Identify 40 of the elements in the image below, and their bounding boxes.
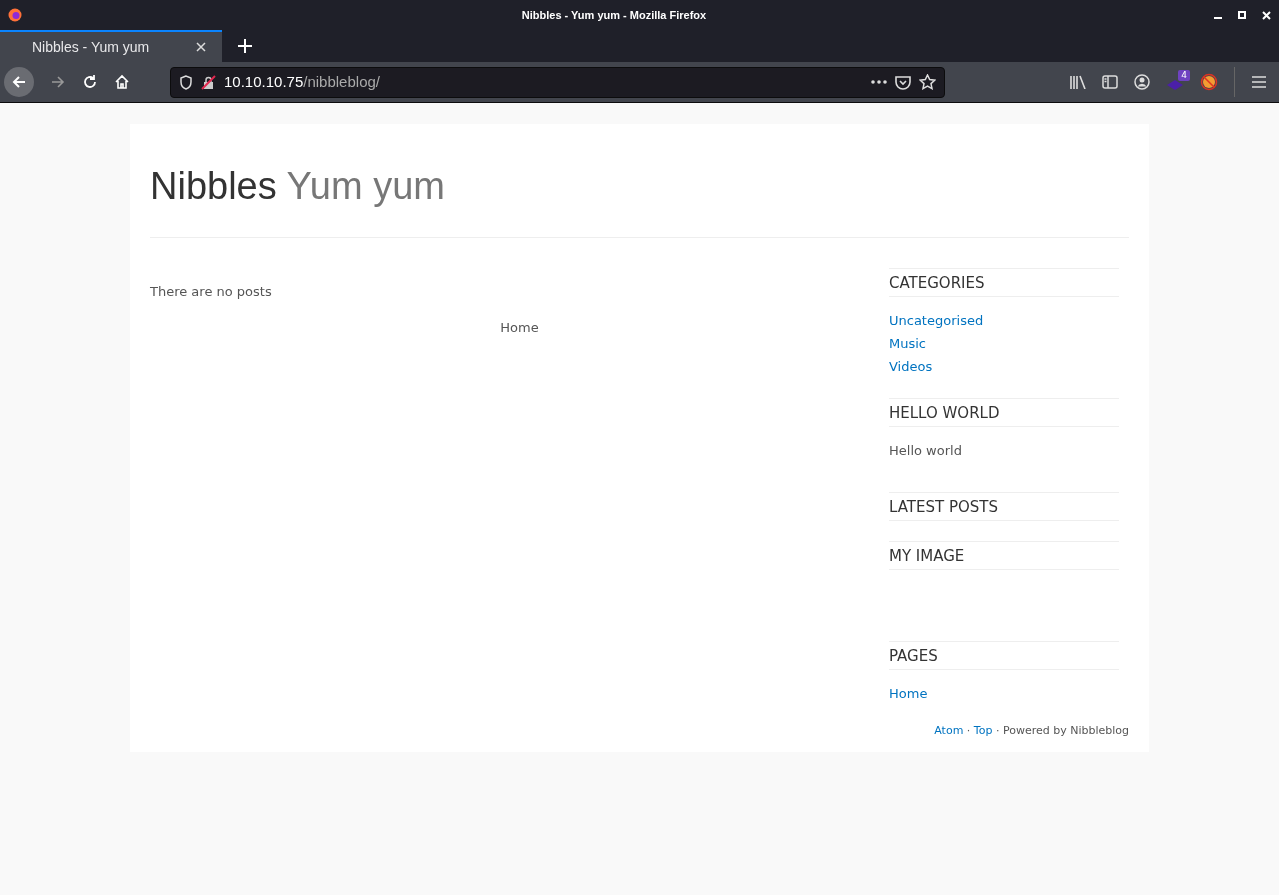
back-icon[interactable]: [4, 67, 34, 97]
count-badge: 4: [1178, 70, 1190, 81]
shield-icon: [179, 74, 193, 90]
address-bar[interactable]: 10.10.10.75/nibbleblog/: [170, 66, 945, 98]
footer-link[interactable]: Top: [973, 724, 993, 737]
browser-tab[interactable]: Nibbles - Yum yum: [0, 30, 222, 62]
sidebar-link[interactable]: Uncategorised: [889, 313, 984, 328]
star-icon[interactable]: [919, 74, 936, 90]
footer-link[interactable]: Atom: [934, 724, 964, 737]
sidebar-link[interactable]: Music: [889, 336, 926, 351]
widget-title: MY IMAGE: [889, 541, 1119, 570]
sidebar-link[interactable]: Home: [889, 686, 928, 701]
widget-text: Hello world: [889, 443, 962, 458]
widget-title: HELLO WORLD: [889, 398, 1119, 427]
sidebar-icon[interactable]: [1102, 75, 1118, 89]
insecure-lock-icon: [201, 74, 216, 90]
window-title: Nibbles - Yum yum - Mozilla Firefox: [520, 7, 708, 23]
home-link[interactable]: Home: [500, 319, 539, 335]
forward-icon[interactable]: [50, 74, 66, 90]
pocket-icon[interactable]: [895, 74, 911, 90]
library-icon[interactable]: [1070, 75, 1086, 89]
footer-text: Atom · Top · Powered by Nibbleblog: [934, 724, 1129, 737]
widget-title: CATEGORIES: [889, 268, 1119, 297]
widget-title: PAGES: [889, 641, 1119, 670]
close-tab-icon[interactable]: [196, 42, 206, 52]
blog-title: Nibbles Yum yum: [150, 165, 445, 207]
account-icon[interactable]: [1134, 74, 1150, 90]
more-icon[interactable]: [871, 80, 887, 84]
url-text: 10.10.10.75/nibbleblog/: [224, 71, 380, 92]
menu-icon[interactable]: [1251, 75, 1267, 89]
no-posts-message: There are no posts: [150, 283, 272, 301]
blocked-extension-icon[interactable]: [1200, 73, 1218, 91]
widget-title: LATEST POSTS: [889, 492, 1119, 521]
sidebar-link[interactable]: Videos: [889, 359, 933, 374]
home-icon[interactable]: [114, 74, 130, 90]
maximize-icon[interactable]: [1238, 10, 1246, 20]
close-icon[interactable]: [1262, 10, 1271, 20]
browser-logo-icon: [8, 8, 22, 22]
new-tab-icon[interactable]: [238, 39, 252, 53]
reload-icon[interactable]: [82, 74, 98, 90]
